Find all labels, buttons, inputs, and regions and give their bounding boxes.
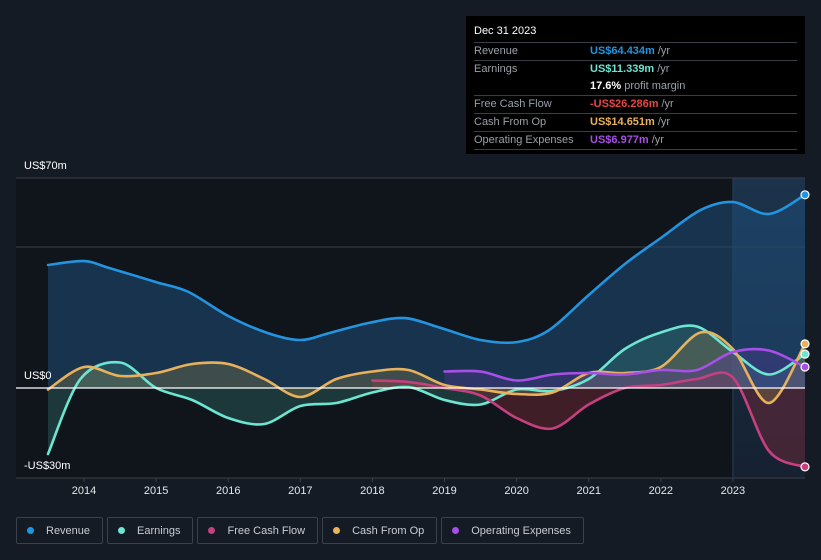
tooltip-row-label [474, 78, 590, 95]
legend-dot-icon [452, 527, 460, 534]
tooltip-row-value: US$11.339m [590, 63, 655, 75]
tooltip-date: Dec 31 2023 [474, 24, 797, 43]
legend-label: Operating Expenses [471, 524, 571, 537]
x-axis: 2014 2015 2016 2017 2018 2019 2020 2021 2022 2023 [72, 478, 745, 497]
legend-item-operating-expenses[interactable]: Operating Expenses [441, 517, 584, 544]
tooltip-row: Earnings US$11.339m/yr [474, 61, 797, 78]
x-tick-label: 2016 [216, 485, 240, 497]
tooltip-row-unit: /yr [657, 45, 671, 57]
end-dot-revenue [800, 190, 810, 200]
tooltip-row-value: US$64.434m [590, 45, 655, 57]
y-tick-label: -US$30m [24, 460, 70, 472]
x-tick-label: 2022 [649, 485, 673, 497]
tooltip-rows: Revenue US$64.434m/yr Earnings US$11.339m/y… [474, 43, 797, 150]
legend-dot-icon [208, 527, 216, 534]
tooltip-row: 17.6% profit margin [474, 78, 797, 96]
tooltip-row-label: Free Cash Flow [474, 98, 552, 110]
x-tick-label: 2015 [144, 485, 168, 497]
legend-dot-icon [27, 527, 34, 534]
tooltip-row-label: Cash From Op [474, 116, 547, 128]
legend-label: Cash From Op [352, 524, 425, 537]
legend-dot-icon [333, 527, 341, 534]
tooltip-row-unit: profit margin [624, 80, 686, 92]
legend-item-cash-from-op[interactable]: Cash From Op [322, 517, 438, 544]
legend-dot-icon [118, 527, 126, 534]
tooltip-row: Revenue US$64.434m/yr [474, 43, 797, 61]
tooltip-row-label: Operating Expenses [474, 134, 574, 146]
legend-item-revenue[interactable]: Revenue [16, 517, 104, 544]
tooltip-row-label: Revenue [474, 45, 519, 57]
legend-label: Revenue [46, 524, 91, 537]
x-tick-label: 2023 [721, 485, 745, 497]
x-tick-label: 2014 [72, 485, 96, 497]
tooltip-row-unit: /yr [651, 134, 664, 146]
x-tick-label: 2018 [360, 485, 384, 497]
x-tick-label: 2019 [432, 485, 456, 497]
legend: Revenue Earnings Free Cash Flow Cash From O… [16, 517, 584, 544]
tooltip-row-unit: /yr [657, 116, 671, 128]
end-dot-cash-from-op [800, 339, 810, 349]
tooltip-row-value: 17.6% [590, 80, 622, 92]
end-dot-free-cash-flow [800, 462, 810, 472]
tooltip-row-value: US$6.977m [590, 134, 649, 146]
end-dot-earnings [800, 349, 810, 359]
tooltip-row-value: US$14.651m [590, 116, 655, 128]
x-tick-label: 2017 [288, 485, 312, 497]
legend-item-earnings[interactable]: Earnings [107, 517, 194, 544]
y-tick-label: US$0 [24, 370, 52, 382]
legend-item-free-cash-flow[interactable]: Free Cash Flow [197, 517, 319, 544]
end-dot-operating-expenses [800, 362, 810, 372]
tooltip-row-unit: /yr [661, 98, 674, 110]
x-tick-label: 2021 [576, 485, 600, 497]
legend-label: Earnings [137, 524, 181, 537]
tooltip-row: Free Cash Flow -US$26.286m/yr [474, 96, 797, 114]
legend-label: Free Cash Flow [227, 524, 306, 537]
tooltip-row: Operating Expenses US$6.977m/yr [474, 132, 797, 150]
tooltip-row-unit: /yr [657, 63, 670, 75]
tooltip-panel: Dec 31 2023 Revenue US$64.434m/yr Earnings… [466, 16, 805, 154]
y-tick-label: US$70m [24, 160, 67, 172]
x-tick-label: 2020 [504, 485, 528, 497]
tooltip-row: Cash From Op US$14.651m/yr [474, 114, 797, 132]
tooltip-row-label: Earnings [474, 63, 518, 75]
tooltip-row-value: -US$26.286m [590, 98, 659, 110]
